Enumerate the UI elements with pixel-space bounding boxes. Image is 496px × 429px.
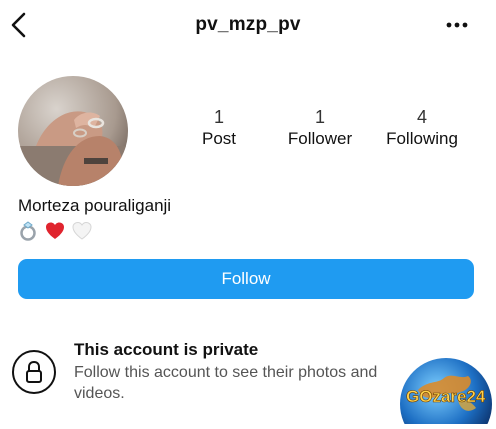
more-horizontal-icon <box>446 22 468 28</box>
white-heart-icon <box>72 221 92 240</box>
profile-username: pv_mzp_pv <box>195 14 301 35</box>
private-lock-badge <box>12 350 56 394</box>
watermark-text: GOzare24 <box>406 387 486 406</box>
more-options-button[interactable] <box>444 14 470 36</box>
private-account-title: This account is private <box>74 340 259 359</box>
watermark-logo: GOzare24 <box>398 350 494 429</box>
profile-display-name: Morteza pouraliganji <box>18 196 172 215</box>
stat-following-count: 4 <box>416 107 427 127</box>
stat-following-label: Following <box>386 129 458 148</box>
avatar-photo <box>18 76 128 186</box>
red-heart-icon <box>46 222 65 239</box>
stat-following[interactable]: 4 Following <box>362 106 482 150</box>
private-account-description: Follow this account to see their photos … <box>74 364 378 402</box>
profile-avatar[interactable] <box>18 76 128 186</box>
lock-icon <box>26 360 42 383</box>
top-bar: pv_mzp_pv <box>0 0 496 52</box>
ring-icon <box>20 221 36 241</box>
follow-button[interactable]: Follow <box>18 259 474 299</box>
profile-bio <box>18 220 93 242</box>
